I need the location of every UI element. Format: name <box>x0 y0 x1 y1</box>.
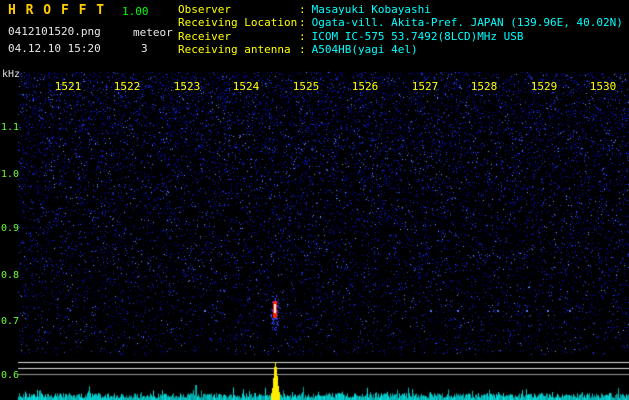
time-axis-label: 1524 <box>232 80 260 93</box>
time-axis-label: 1528 <box>470 80 498 93</box>
time-axis-label: 1527 <box>411 80 439 93</box>
info-separator: : <box>299 43 306 57</box>
observer-value: Masayuki Kobayashi <box>311 3 431 16</box>
location-value: Ogata-vill. Akita-Pref. JAPAN (139.96E, … <box>311 16 623 30</box>
info-row-receiver: Receiver : ICOM IC-575 53.7492(8LCD)MHz … <box>178 30 623 43</box>
output-filename: 0412101520.png <box>8 25 101 38</box>
app-version: 1.00 <box>122 5 149 18</box>
freq-axis-label: 0.7 <box>1 316 20 327</box>
info-separator: : <box>299 3 306 16</box>
time-axis-label: 1521 <box>54 80 82 93</box>
observation-info: Observer : Masayuki Kobayashi Receiving … <box>178 3 623 57</box>
time-axis-label: 1530 <box>589 80 617 93</box>
observer-label: Observer <box>178 3 231 16</box>
mode-label: meteor <box>133 26 173 39</box>
freq-axis-label: 0.8 <box>1 270 20 281</box>
freq-axis-label: 1.1 <box>1 122 20 133</box>
receiver-value: ICOM IC-575 53.7492(8LCD)MHz USB <box>311 29 524 43</box>
time-axis-label: 1522 <box>113 80 141 93</box>
time-axis-label: 1525 <box>292 80 320 93</box>
echo-count: 3 <box>141 42 148 55</box>
timestamp: 04.12.10 15:20 <box>8 42 101 55</box>
info-separator: : <box>299 16 306 30</box>
freq-axis-unit: kHz <box>2 69 21 80</box>
hrofft-window: H R O F F T 1.00 0412101520.png meteor 0… <box>0 0 629 400</box>
freq-axis-label: 0.9 <box>1 223 20 234</box>
info-row-location: Receiving Location : Ogata-vill. Akita-P… <box>178 16 623 29</box>
receiver-label: Receiver <box>178 29 231 43</box>
location-label: Receiving Location <box>178 16 298 30</box>
antenna-label: Receiving antenna <box>178 43 291 57</box>
freq-axis-label: 0.6 <box>1 370 20 381</box>
info-row-observer: Observer : Masayuki Kobayashi <box>178 3 623 16</box>
freq-axis-label: 1.0 <box>1 169 20 180</box>
header: H R O F F T 1.00 0412101520.png meteor 0… <box>0 0 629 70</box>
time-axis-label: 1526 <box>351 80 379 93</box>
time-axis-label: 1523 <box>173 80 201 93</box>
time-axis-label: 1529 <box>530 80 558 93</box>
antenna-value: A504HB(yagi 4el) <box>311 43 418 57</box>
app-title: H R O F F T <box>8 3 106 18</box>
info-row-antenna: Receiving antenna : A504HB(yagi 4el) <box>178 43 623 56</box>
info-separator: : <box>299 29 306 43</box>
spectrogram-canvas <box>0 70 629 400</box>
